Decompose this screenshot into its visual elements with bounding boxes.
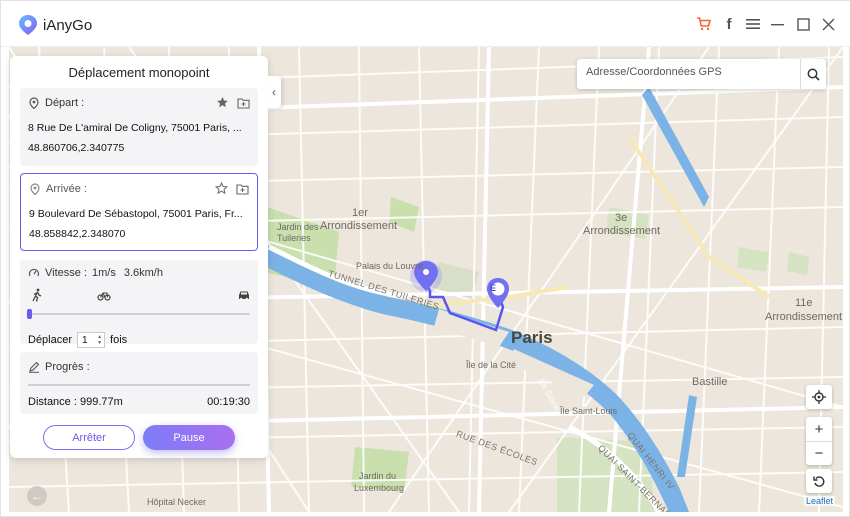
progress-label: Progrès : <box>45 361 90 373</box>
folder-icon[interactable] <box>236 182 249 195</box>
title-bar: iAnyGo f <box>1 1 850 47</box>
zoom-in-icon[interactable]: + <box>806 417 832 441</box>
maximize-icon[interactable] <box>793 14 813 34</box>
speed-row: Vitesse : 1m/s 3.6km/h <box>28 267 163 279</box>
map-label-1er: 1er <box>352 207 368 219</box>
car-icon[interactable] <box>237 288 251 302</box>
walk-icon[interactable] <box>30 288 44 302</box>
move-count-value: 1 <box>82 334 88 346</box>
end-label: Arrivée : <box>46 183 87 195</box>
map-label-ile-de-la-cite: Île de la Cité <box>466 360 517 370</box>
map-label-jardin-du: Jardin du <box>359 471 397 481</box>
map-label-arrondissement-1: Arrondissement <box>320 220 398 232</box>
map-label-bastille: Bastille <box>692 376 728 388</box>
app-title: iAnyGo <box>43 17 93 34</box>
folder-icon[interactable] <box>237 96 250 109</box>
bike-icon[interactable] <box>97 288 111 302</box>
end-coords: 48.858842,2.348070 <box>29 228 126 240</box>
search-input[interactable] <box>586 66 796 78</box>
speedometer-icon <box>28 268 40 277</box>
map-label-tuileries: Tuileries <box>277 233 311 243</box>
chevron-left-icon[interactable]: ‹ <box>272 85 276 99</box>
search-bar <box>577 59 826 89</box>
zoom-out-icon[interactable]: − <box>806 441 832 465</box>
cart-icon[interactable] <box>694 14 714 34</box>
menu-icon[interactable] <box>743 14 763 34</box>
zoom-control: + − <box>806 417 832 465</box>
location-pin-icon <box>30 183 40 195</box>
map-label-ile-saint-louis: Île Saint-Louis <box>560 406 618 416</box>
map-label-arrondissement-11: Arrondissement <box>765 311 843 323</box>
minimize-icon[interactable] <box>768 14 788 34</box>
end-address: 9 Boulevard De Sébastopol, 75001 Paris, … <box>29 208 243 220</box>
distance-text: Distance : 999.77m <box>28 396 123 408</box>
start-label: Départ : <box>45 97 85 109</box>
leaflet-attribution[interactable]: Leaflet <box>803 496 835 506</box>
start-header: Départ : <box>28 97 84 109</box>
end-header: Arrivée : <box>29 183 87 195</box>
map-label-11e: 11e <box>795 297 813 309</box>
star-outline-icon[interactable] <box>215 182 228 195</box>
app-window: iAnyGo f E 1er Arrondissement 3e Arrondi… <box>0 0 850 517</box>
move-count-stepper[interactable]: 1 ▲ ▼ <box>77 332 106 348</box>
progress-bar <box>28 384 250 386</box>
pen-icon <box>29 361 40 373</box>
end-marker-label: E <box>490 283 497 293</box>
facebook-icon[interactable]: f <box>719 14 739 34</box>
pause-button[interactable]: Pause <box>143 425 235 450</box>
stop-button[interactable]: Arrêter <box>43 425 135 450</box>
star-icon[interactable] <box>216 96 229 109</box>
close-icon[interactable] <box>818 14 838 34</box>
back-arrow-icon[interactable]: ← <box>27 486 47 506</box>
time-text: 00:19:30 <box>207 396 250 408</box>
rotate-icon[interactable] <box>806 469 832 493</box>
speed-kmh: 3.6km/h <box>123 267 163 279</box>
map-label-paris: Paris <box>511 328 553 347</box>
map-label-luxembourg: Luxembourg <box>354 483 405 493</box>
location-pin-icon <box>29 97 39 109</box>
stepper-arrows-icon[interactable]: ▲ ▼ <box>97 334 102 346</box>
progress-card: Progrès : Distance : 999.77m 00:19:30 <box>20 352 258 414</box>
map-label-louvre: Palais du Louvre <box>356 261 424 271</box>
move-label: Déplacer <box>28 334 73 346</box>
map-label-3e: 3e <box>615 212 628 224</box>
start-card[interactable]: Départ : 8 Rue De L'amiral De Coligny, 7… <box>20 88 258 166</box>
locate-button[interactable] <box>806 385 832 409</box>
map-label-arrondissement-3: Arrondissement <box>583 225 661 237</box>
speed-slider-thumb[interactable] <box>27 309 32 319</box>
start-address: 8 Rue De L'amiral De Coligny, 75001 Pari… <box>28 122 242 134</box>
reset-button[interactable] <box>806 469 832 493</box>
end-card[interactable]: Arrivée : 9 Boulevard De Sébastopol, 750… <box>20 173 258 251</box>
collapse-panel-button[interactable]: ‹ <box>267 76 281 108</box>
route-panel: Déplacement monopoint Départ : 8 Rue De … <box>10 56 268 458</box>
locate-icon[interactable] <box>806 385 832 409</box>
move-row: Déplacer 1 ▲ ▼ fois <box>28 332 127 348</box>
speed-ms: 1m/s <box>92 267 116 279</box>
panel-title: Déplacement monopoint <box>68 65 210 80</box>
map-label-hopital-necker: Hôpital Necker <box>147 497 207 507</box>
start-coords: 48.860706,2.340775 <box>28 142 125 154</box>
map-label-jardin-des: Jardin des <box>277 222 319 232</box>
move-suffix: fois <box>110 334 128 346</box>
speed-card: Vitesse : 1m/s 3.6km/h Déplacer 1 ▲ ▼ foi… <box>20 260 258 348</box>
speed-slider[interactable] <box>28 313 250 315</box>
search-icon[interactable] <box>800 59 826 89</box>
app-logo-icon <box>19 15 37 35</box>
progress-header: Progrès : <box>28 361 90 373</box>
speed-label: Vitesse : <box>45 267 87 279</box>
